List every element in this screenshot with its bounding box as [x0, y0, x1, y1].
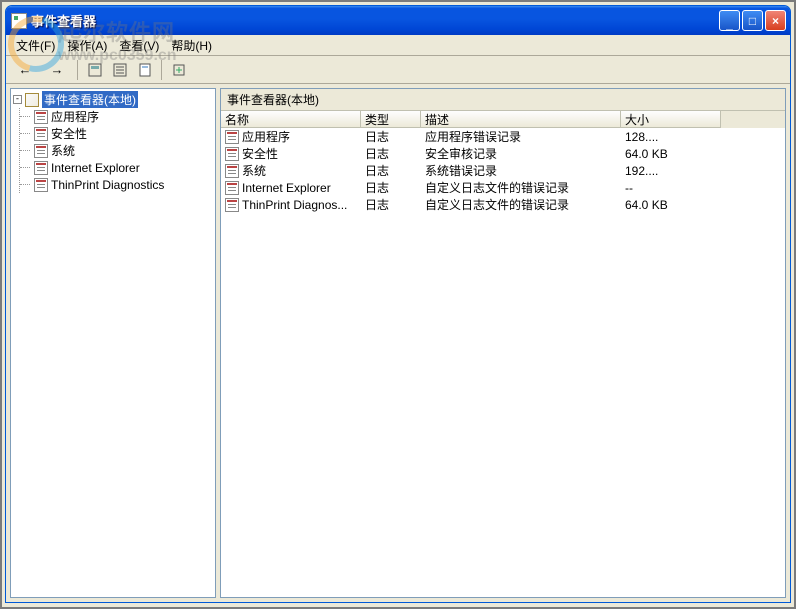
tree-item[interactable]: 系统 — [20, 142, 213, 159]
toolbar: ← → — [6, 56, 790, 84]
list-area[interactable]: 名称 类型 描述 大小 应用程序日志应用程序错误记录128....安全性日志安全… — [221, 111, 785, 597]
row-type: 日志 — [361, 128, 421, 145]
main-window: 事件查看器 _ □ × 文件(F) 操作(A) 查看(V) 帮助(H) ← → — [5, 5, 791, 603]
log-icon — [225, 181, 239, 195]
log-icon — [225, 130, 239, 144]
content-area: - 事件查看器(本地) 应用程序安全性系统Internet ExplorerTh… — [6, 84, 790, 602]
row-desc: 系统错误记录 — [421, 162, 621, 179]
row-name: ThinPrint Diagnos... — [242, 198, 347, 212]
log-icon — [34, 178, 48, 192]
list-row[interactable]: ThinPrint Diagnos... 日志自定义日志文件的错误记录64.0 K… — [221, 196, 785, 213]
back-button[interactable]: ← — [10, 59, 40, 81]
outer-frame: 事件查看器 _ □ × 文件(F) 操作(A) 查看(V) 帮助(H) ← → — [0, 0, 796, 609]
row-type: 日志 — [361, 179, 421, 196]
tree-root-node[interactable]: - 事件查看器(本地) — [13, 91, 213, 108]
row-name: Internet Explorer — [242, 181, 331, 195]
tree-item[interactable]: 应用程序 — [20, 108, 213, 125]
list-row[interactable]: 应用程序 日志应用程序错误记录128.... — [221, 128, 785, 145]
toolbar-separator-2 — [161, 60, 162, 80]
window-title: 事件查看器 — [31, 11, 96, 30]
log-icon — [34, 110, 48, 124]
menu-file[interactable]: 文件(F) — [10, 35, 61, 56]
row-size: 192.... — [621, 164, 721, 178]
col-size[interactable]: 大小 — [621, 111, 721, 128]
toolbar-button-2[interactable] — [108, 59, 131, 81]
properties-button[interactable] — [133, 59, 156, 81]
list-body: 应用程序日志应用程序错误记录128....安全性日志安全审核记录64.0 KB系… — [221, 128, 785, 213]
row-size: 128.... — [621, 130, 721, 144]
row-size: 64.0 KB — [621, 198, 721, 212]
log-icon — [225, 164, 239, 178]
tree-panel[interactable]: - 事件查看器(本地) 应用程序安全性系统 Internet Explorer Th… — [10, 88, 216, 598]
tree-item-label: 应用程序 — [51, 108, 99, 125]
menubar: 文件(F) 操作(A) 查看(V) 帮助(H) — [6, 35, 790, 56]
row-name: 安全性 — [242, 145, 278, 162]
event-viewer-icon — [25, 93, 39, 107]
col-type[interactable]: 类型 — [361, 111, 421, 128]
right-panel: 事件查看器(本地) 名称 类型 描述 大小 应用程序日志应用程序错误记录128.… — [220, 88, 786, 598]
menu-help[interactable]: 帮助(H) — [165, 35, 218, 56]
row-desc: 安全审核记录 — [421, 145, 621, 162]
row-name: 应用程序 — [242, 128, 290, 145]
tree-item[interactable]: 安全性 — [20, 125, 213, 142]
row-type: 日志 — [361, 196, 421, 213]
menu-view[interactable]: 查看(V) — [113, 35, 165, 56]
tree-item-label: ThinPrint Diagnostics — [51, 178, 164, 192]
list-row[interactable]: Internet Explorer 日志自定义日志文件的错误记录-- — [221, 179, 785, 196]
export-button[interactable] — [167, 59, 190, 81]
col-desc[interactable]: 描述 — [421, 111, 621, 128]
col-name[interactable]: 名称 — [221, 111, 361, 128]
list-row[interactable]: 安全性 日志安全审核记录64.0 KB — [221, 145, 785, 162]
log-icon — [34, 127, 48, 141]
log-icon — [34, 161, 48, 175]
log-icon — [225, 147, 239, 161]
maximize-button[interactable]: □ — [742, 10, 763, 31]
forward-button[interactable]: → — [42, 59, 72, 81]
tree-item-label: 安全性 — [51, 125, 87, 142]
tree-root-label: 事件查看器(本地) — [42, 91, 138, 108]
collapse-icon[interactable]: - — [13, 95, 22, 104]
titlebar-buttons: _ □ × — [719, 10, 786, 31]
row-size: 64.0 KB — [621, 147, 721, 161]
app-icon — [11, 13, 27, 29]
row-type: 日志 — [361, 162, 421, 179]
toolbar-separator — [77, 60, 78, 80]
right-panel-title: 事件查看器(本地) — [227, 91, 319, 108]
titlebar[interactable]: 事件查看器 _ □ × — [6, 6, 790, 35]
row-desc: 自定义日志文件的错误记录 — [421, 179, 621, 196]
tree-item-label: Internet Explorer — [51, 161, 140, 175]
menu-action[interactable]: 操作(A) — [61, 35, 113, 56]
tree-item[interactable]: ThinPrint Diagnostics — [20, 176, 213, 193]
log-icon — [225, 198, 239, 212]
toolbar-button-1[interactable] — [83, 59, 106, 81]
row-desc: 应用程序错误记录 — [421, 128, 621, 145]
list-row[interactable]: 系统 日志系统错误记录192.... — [221, 162, 785, 179]
row-size: -- — [621, 181, 721, 195]
right-panel-header: 事件查看器(本地) — [221, 89, 785, 111]
row-type: 日志 — [361, 145, 421, 162]
row-desc: 自定义日志文件的错误记录 — [421, 196, 621, 213]
minimize-button[interactable]: _ — [719, 10, 740, 31]
log-icon — [34, 144, 48, 158]
close-button[interactable]: × — [765, 10, 786, 31]
tree-item-label: 系统 — [51, 142, 75, 159]
row-name: 系统 — [242, 162, 266, 179]
tree-item[interactable]: Internet Explorer — [20, 159, 213, 176]
list-columns: 名称 类型 描述 大小 — [221, 111, 785, 128]
